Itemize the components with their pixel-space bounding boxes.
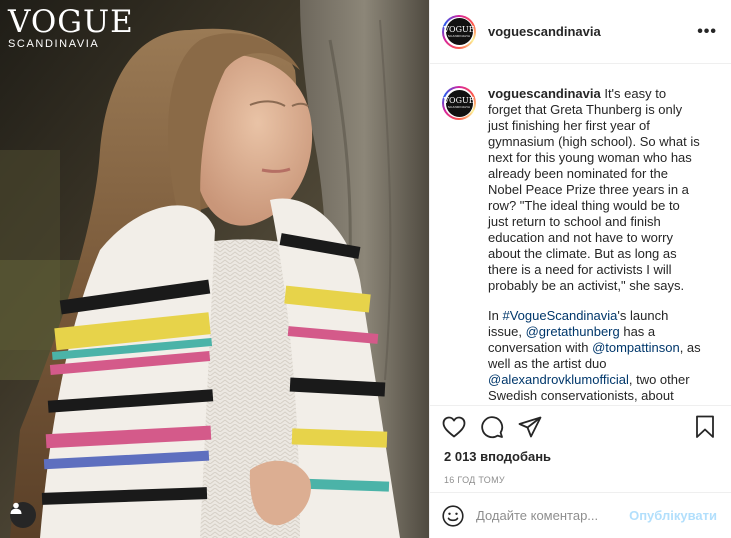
header-username-link[interactable]: voguescandinavia <box>488 24 697 39</box>
bookmark-icon <box>696 415 714 438</box>
caption-avatar-border: VOGUE SCANDINAVIA <box>443 88 475 118</box>
comment-button[interactable] <box>480 415 504 439</box>
save-button[interactable] <box>695 415 715 439</box>
comment-form: Опублікувати <box>430 492 731 538</box>
comment-bubble-icon <box>481 415 504 438</box>
caption-body-1: It's easy to forget that Greta Thunberg … <box>488 86 700 293</box>
caption-username-link[interactable]: voguescandinavia <box>488 86 601 101</box>
action-bar <box>430 405 731 447</box>
share-button[interactable] <box>518 416 542 438</box>
ellipsis-icon[interactable]: ••• <box>697 23 717 41</box>
post-photo[interactable]: VOGUE SCANDINAVIA <box>0 0 429 538</box>
tagged-users-button[interactable] <box>10 502 36 528</box>
avatar-logo-word: VOGUE <box>443 24 475 34</box>
post-timestamp[interactable]: 16 ГОД ТОМУ <box>430 467 731 489</box>
caption-avatar-image: VOGUE SCANDINAVIA <box>443 89 475 117</box>
smiley-icon <box>442 504 464 527</box>
hashtag-link[interactable]: #VogueScandinavia <box>502 308 617 323</box>
photo-illustration <box>0 0 429 538</box>
caption-text-intro: In <box>488 308 503 323</box>
caption-area[interactable]: VOGUE SCANDINAVIA voguescandinavia It's … <box>430 64 731 405</box>
caption-paragraph-2: In #VogueScandinavia's launch issue, @gr… <box>488 308 702 405</box>
avatar-border: VOGUE SCANDINAVIA <box>443 16 475 47</box>
post-sidebar: VOGUE SCANDINAVIA voguescandinavia ••• V… <box>429 0 731 538</box>
caption-text: voguescandinavia It's easy to forget tha… <box>488 86 702 405</box>
emoji-button[interactable] <box>442 504 464 527</box>
avatar[interactable]: VOGUE SCANDINAVIA <box>442 14 476 49</box>
likes-count[interactable]: 2 013 вподобань <box>430 447 731 467</box>
paper-plane-icon <box>518 416 542 437</box>
caption-avatar[interactable]: VOGUE SCANDINAVIA <box>442 86 476 120</box>
publish-button[interactable]: Опублікувати <box>629 508 717 523</box>
post-header: VOGUE SCANDINAVIA voguescandinavia ••• <box>430 0 731 64</box>
mention-link-tompattinson[interactable]: @tompattinson <box>592 340 680 355</box>
mention-link-gretathunberg[interactable]: @gretathunberg <box>526 324 620 339</box>
avatar-logo-sub: SCANDINAVIA <box>447 33 471 38</box>
caption-paragraph-1: voguescandinavia It's easy to forget tha… <box>488 86 702 294</box>
instagram-post: VOGUE SCANDINAVIA VOGUE SCANDINAVIA vogu… <box>0 0 731 538</box>
avatar-image: VOGUE SCANDINAVIA <box>443 18 475 45</box>
caption-avatar-logo-sub: SCANDINAVIA <box>447 105 471 109</box>
logo-wordmark: VOGUE <box>8 4 134 40</box>
mention-link-alexandrovklum[interactable]: @alexandrovklumofficial <box>488 372 629 387</box>
like-button[interactable] <box>442 416 466 438</box>
user-silhouette-icon <box>10 502 22 514</box>
caption-avatar-logo-word: VOGUE <box>443 96 475 105</box>
comment-input[interactable] <box>476 508 630 523</box>
vogue-scandinavia-logo: VOGUE SCANDINAVIA <box>8 6 134 50</box>
heart-icon <box>442 416 466 437</box>
